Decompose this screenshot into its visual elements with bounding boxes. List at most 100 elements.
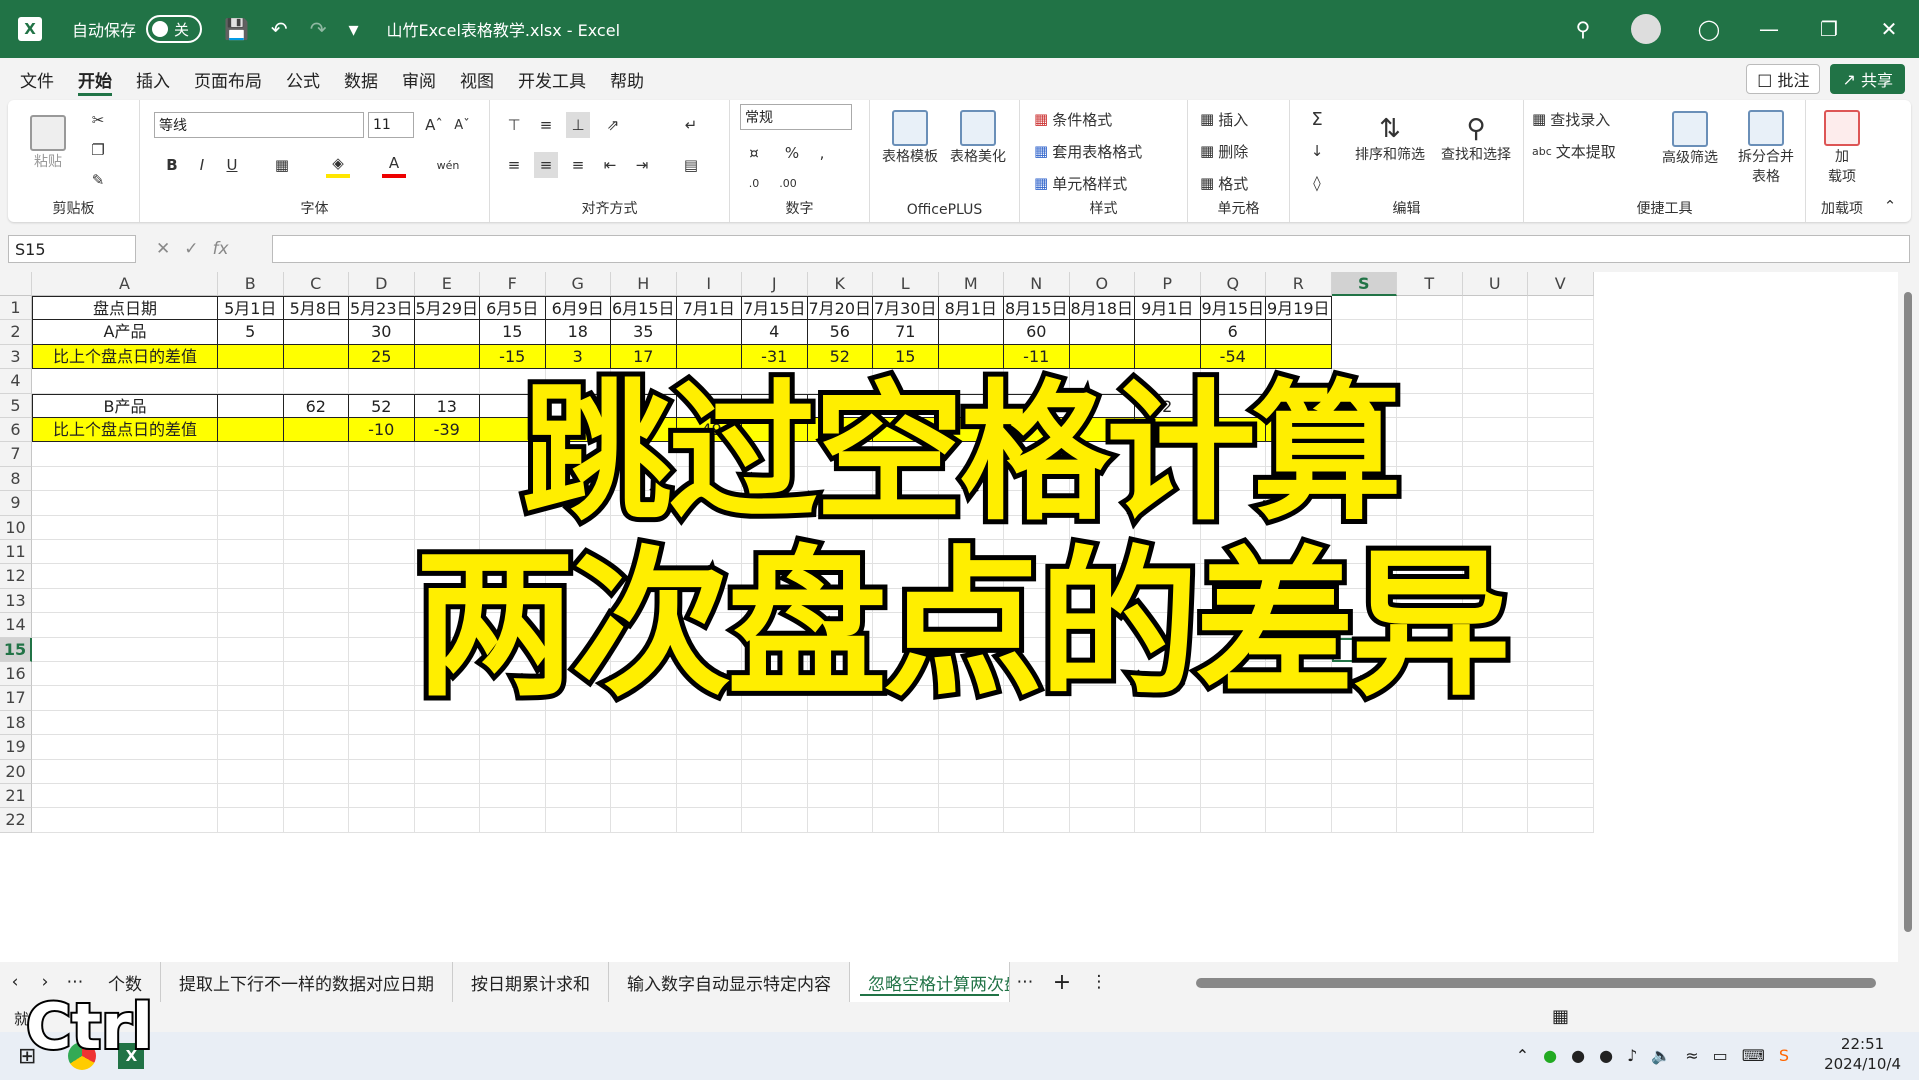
qq-icon[interactable]: ● <box>1571 1046 1585 1065</box>
row-header-2[interactable]: 2 <box>0 320 32 345</box>
cell[interactable] <box>545 710 611 736</box>
cell[interactable] <box>742 491 808 516</box>
cell[interactable] <box>283 784 349 809</box>
cell[interactable] <box>938 686 1004 711</box>
phonetic-icon[interactable]: wén <box>436 152 460 178</box>
align-center-icon[interactable]: ≡ <box>534 152 558 178</box>
cell[interactable] <box>1069 686 1135 711</box>
cell[interactable] <box>1200 588 1266 614</box>
align-top-icon[interactable]: ⊤ <box>502 112 526 138</box>
restore-icon[interactable]: ❐ <box>1799 17 1859 41</box>
cell[interactable] <box>218 491 284 516</box>
cell[interactable] <box>742 515 808 540</box>
cell[interactable] <box>1266 784 1332 809</box>
cell[interactable] <box>1397 320 1463 345</box>
cell[interactable]: 7月20日 <box>807 296 873 321</box>
lightbulb-icon[interactable]: ◯ <box>1679 17 1739 41</box>
cell[interactable] <box>1200 564 1266 589</box>
cell[interactable] <box>873 540 939 565</box>
cell[interactable] <box>611 564 677 589</box>
cell[interactable] <box>545 418 611 443</box>
cell[interactable] <box>676 735 742 760</box>
cell[interactable] <box>676 515 742 540</box>
cell[interactable] <box>676 564 742 589</box>
sort-filter-button[interactable]: ⇅ 排序和筛选 <box>1350 106 1430 172</box>
cell[interactable]: 2 <box>1135 393 1201 418</box>
cell[interactable] <box>807 564 873 589</box>
copy-icon[interactable]: ❐ <box>86 138 110 162</box>
tab-review[interactable]: 审阅 <box>390 58 448 100</box>
cell[interactable] <box>283 466 349 492</box>
cell[interactable] <box>611 784 677 809</box>
cell[interactable] <box>873 613 939 638</box>
cell[interactable]: 3 <box>545 344 611 370</box>
cell[interactable] <box>1462 808 1528 833</box>
cell[interactable]: 6月9日 <box>545 296 611 321</box>
cell[interactable] <box>938 613 1004 638</box>
tray-expand-icon[interactable]: ⌃ <box>1516 1046 1529 1065</box>
cell[interactable] <box>1462 540 1528 565</box>
cell[interactable] <box>938 466 1004 492</box>
cell[interactable] <box>873 808 939 833</box>
cell[interactable] <box>1004 784 1070 809</box>
cell[interactable] <box>1462 784 1528 809</box>
row-header-21[interactable]: 21 <box>0 784 32 809</box>
cell[interactable] <box>873 418 939 443</box>
shrink-font-icon[interactable]: Aˇ <box>450 112 474 138</box>
cell[interactable] <box>1462 637 1528 662</box>
cut-icon[interactable]: ✂ <box>86 108 110 132</box>
tab-developer[interactable]: 开发工具 <box>506 58 598 100</box>
cell[interactable] <box>480 418 546 443</box>
cell[interactable]: 15 <box>480 320 546 345</box>
cell[interactable] <box>283 320 349 345</box>
cell[interactable] <box>1004 564 1070 589</box>
increase-indent-icon[interactable]: ⇥ <box>630 152 654 178</box>
cell[interactable]: 3 <box>1266 418 1332 443</box>
cell[interactable] <box>611 393 677 418</box>
cell[interactable] <box>480 564 546 589</box>
cell[interactable] <box>1135 515 1201 540</box>
add-sheet-icon[interactable]: + <box>1040 970 1084 995</box>
tab-data[interactable]: 数据 <box>332 58 390 100</box>
cell[interactable] <box>480 759 546 784</box>
cell[interactable] <box>1004 613 1070 638</box>
cell[interactable] <box>1462 564 1528 589</box>
cell[interactable]: 比上个盘点日的差值 <box>32 344 218 370</box>
cell[interactable] <box>611 466 677 492</box>
cell[interactable]: -15 <box>480 344 546 370</box>
cell[interactable] <box>218 442 284 467</box>
column-header-r[interactable]: R <box>1266 272 1332 296</box>
cell[interactable] <box>1135 369 1201 394</box>
cell[interactable]: -11 <box>1004 344 1070 370</box>
cell[interactable] <box>1069 540 1135 565</box>
cell[interactable]: 6 <box>676 393 742 418</box>
cell[interactable]: 25 <box>349 344 415 370</box>
font-size-select[interactable]: 11 <box>368 112 414 138</box>
cell[interactable] <box>611 613 677 638</box>
cell[interactable] <box>1004 491 1070 516</box>
cell[interactable] <box>414 735 480 760</box>
cell[interactable] <box>32 613 218 638</box>
cell[interactable] <box>807 393 873 418</box>
cell[interactable] <box>414 662 480 687</box>
enter-icon[interactable]: ✓ <box>184 239 198 259</box>
cell[interactable] <box>1004 759 1070 784</box>
cell[interactable] <box>873 710 939 736</box>
format-cells-button[interactable]: ▦ 格式 <box>1200 170 1248 196</box>
cell[interactable] <box>1528 466 1594 492</box>
cell[interactable] <box>1004 710 1070 736</box>
find-select-button[interactable]: ⚲ 查找和选择 <box>1436 106 1516 172</box>
cell[interactable] <box>283 418 349 443</box>
cell[interactable] <box>742 662 808 687</box>
cell[interactable] <box>676 662 742 687</box>
cell[interactable] <box>218 784 284 809</box>
cell[interactable] <box>1528 296 1594 321</box>
cell[interactable]: -49 <box>676 418 742 443</box>
cell[interactable] <box>1266 710 1332 736</box>
cell[interactable] <box>1462 759 1528 784</box>
cell[interactable] <box>1397 466 1463 492</box>
cell[interactable] <box>1462 588 1528 614</box>
text-extract-button[interactable]: abc 文本提取 <box>1532 138 1616 164</box>
cell[interactable] <box>545 515 611 540</box>
cell[interactable] <box>1135 735 1201 760</box>
